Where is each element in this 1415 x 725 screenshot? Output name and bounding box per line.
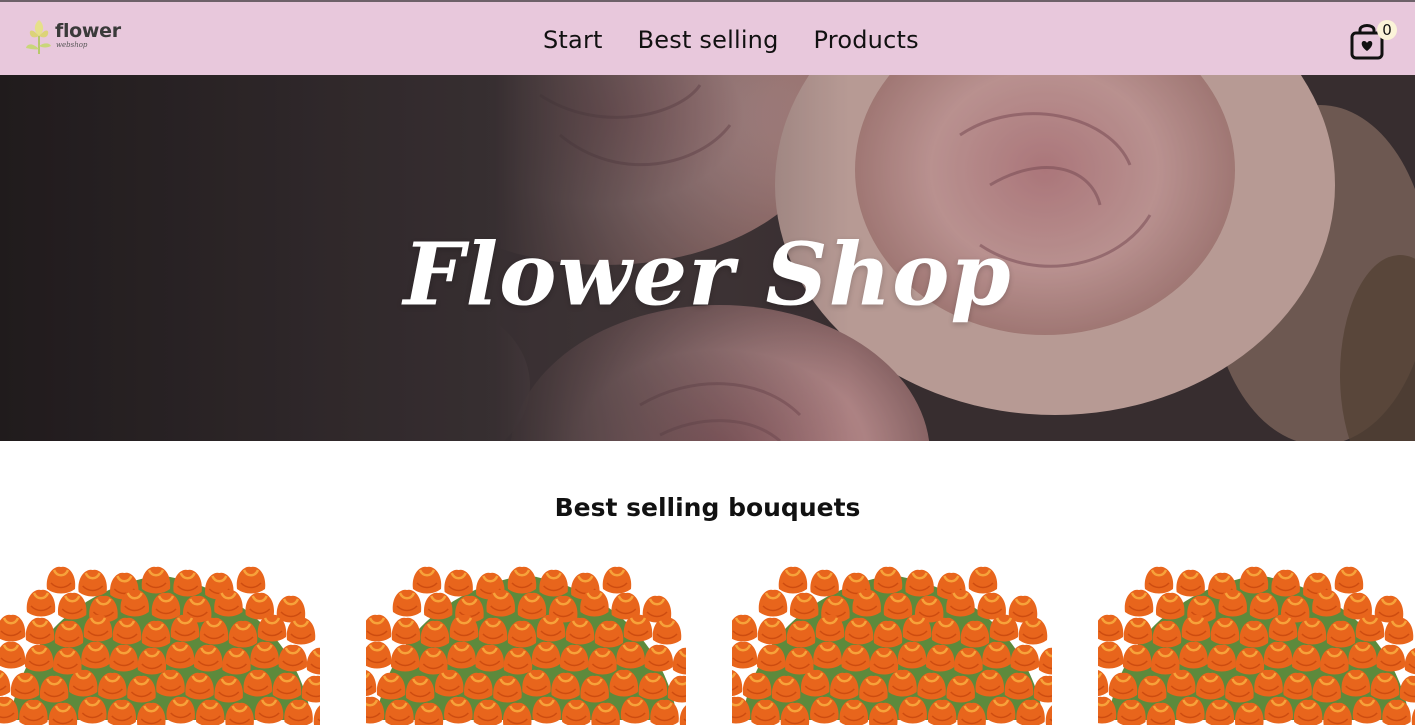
tulip-bouquet-image (0, 566, 343, 725)
tulip-bloom (1033, 675, 1063, 703)
tulip-bloom (810, 569, 839, 597)
hero-banner: Flower Shop (0, 75, 1415, 441)
tulip-bloom (1334, 566, 1364, 594)
tulip-bloom (141, 566, 171, 594)
tulip-bloom (362, 641, 392, 669)
tulip-bloom (507, 566, 537, 594)
tulip-bloom (1144, 566, 1174, 594)
brand-tagline: webshop (56, 41, 88, 49)
tulip-bloom (667, 675, 697, 703)
tulip-bloom (313, 702, 343, 725)
tulip-bloom (236, 566, 266, 594)
tulip-bloom (444, 569, 473, 597)
tulip-bloom (173, 569, 202, 597)
tulip-bloom (1094, 614, 1124, 642)
product-card[interactable] (0, 560, 343, 725)
tulip-bloom (672, 647, 702, 675)
brand-name: flower (55, 20, 121, 42)
tulip-bloom (1155, 592, 1185, 620)
tulip-bloom (0, 614, 26, 642)
nav-link-start[interactable]: Start (543, 22, 603, 58)
tulip-bloom (301, 675, 331, 703)
tulip-bloom (602, 566, 632, 594)
main-nav: Start Best selling Products (543, 22, 919, 58)
tulip-bloom (728, 641, 758, 669)
tulip-bloom (423, 592, 453, 620)
tulip-bloom (46, 566, 76, 594)
navbar: flower webshop Start Best selling Produc… (0, 2, 1415, 75)
tulip-bloom (679, 702, 709, 725)
tulip-bloom (873, 566, 903, 594)
tulip-bloom (25, 617, 55, 645)
tulip-bloom (1399, 675, 1415, 703)
tulip-logo-icon (26, 20, 51, 54)
tulip-bloom (1123, 617, 1153, 645)
tulip-bloom (1045, 702, 1075, 725)
tulip-bloom (1239, 566, 1269, 594)
tulip-bloom (1094, 641, 1124, 669)
nav-link-products[interactable]: Products (814, 22, 919, 58)
tulip-bouquet-image (1079, 566, 1415, 725)
tulip-bloom (778, 566, 808, 594)
tulip-bloom (1404, 648, 1415, 675)
hero-title: Flower Shop (403, 224, 1012, 326)
tulip-bloom (0, 670, 11, 697)
tulip-bloom (1079, 669, 1109, 697)
brand-logo[interactable]: flower webshop (24, 16, 124, 58)
tulip-bloom (391, 617, 421, 645)
tulip-bloom (78, 569, 107, 597)
tulip-bloom (1038, 647, 1068, 675)
tulip-bouquet-image (713, 566, 1075, 725)
tulip-bloom (1176, 569, 1205, 597)
product-card[interactable] (713, 560, 1075, 725)
cart-count-badge: 0 (1377, 20, 1397, 40)
tulip-bloom (347, 669, 377, 697)
tulip-bloom (713, 669, 743, 697)
tulip-bloom (968, 566, 998, 594)
product-card[interactable] (347, 560, 709, 725)
tulip-bloom (539, 569, 568, 597)
tulip-bloom (57, 592, 87, 620)
tulip-bloom (758, 589, 788, 617)
tulip-bloom (1271, 569, 1300, 597)
tulip-bloom (306, 647, 336, 675)
tulip-bouquet-image (347, 566, 709, 725)
tulip-bloom (1124, 589, 1154, 617)
cart-button[interactable]: 0 (1349, 20, 1397, 60)
tulip-bloom (757, 617, 787, 645)
best-selling-title: Best selling bouquets (554, 493, 861, 522)
nav-link-best-selling[interactable]: Best selling (638, 22, 779, 58)
tulip-bloom (412, 566, 442, 594)
tulip-bloom (789, 592, 819, 620)
tulip-bloom (26, 589, 56, 617)
tulip-bloom (362, 614, 392, 642)
tulip-bloom (392, 589, 422, 617)
tulip-bloom (905, 569, 934, 597)
tulip-bloom (728, 614, 758, 642)
best-selling-products (0, 560, 1415, 725)
tulip-bloom (0, 641, 26, 669)
product-card[interactable] (1079, 560, 1415, 725)
